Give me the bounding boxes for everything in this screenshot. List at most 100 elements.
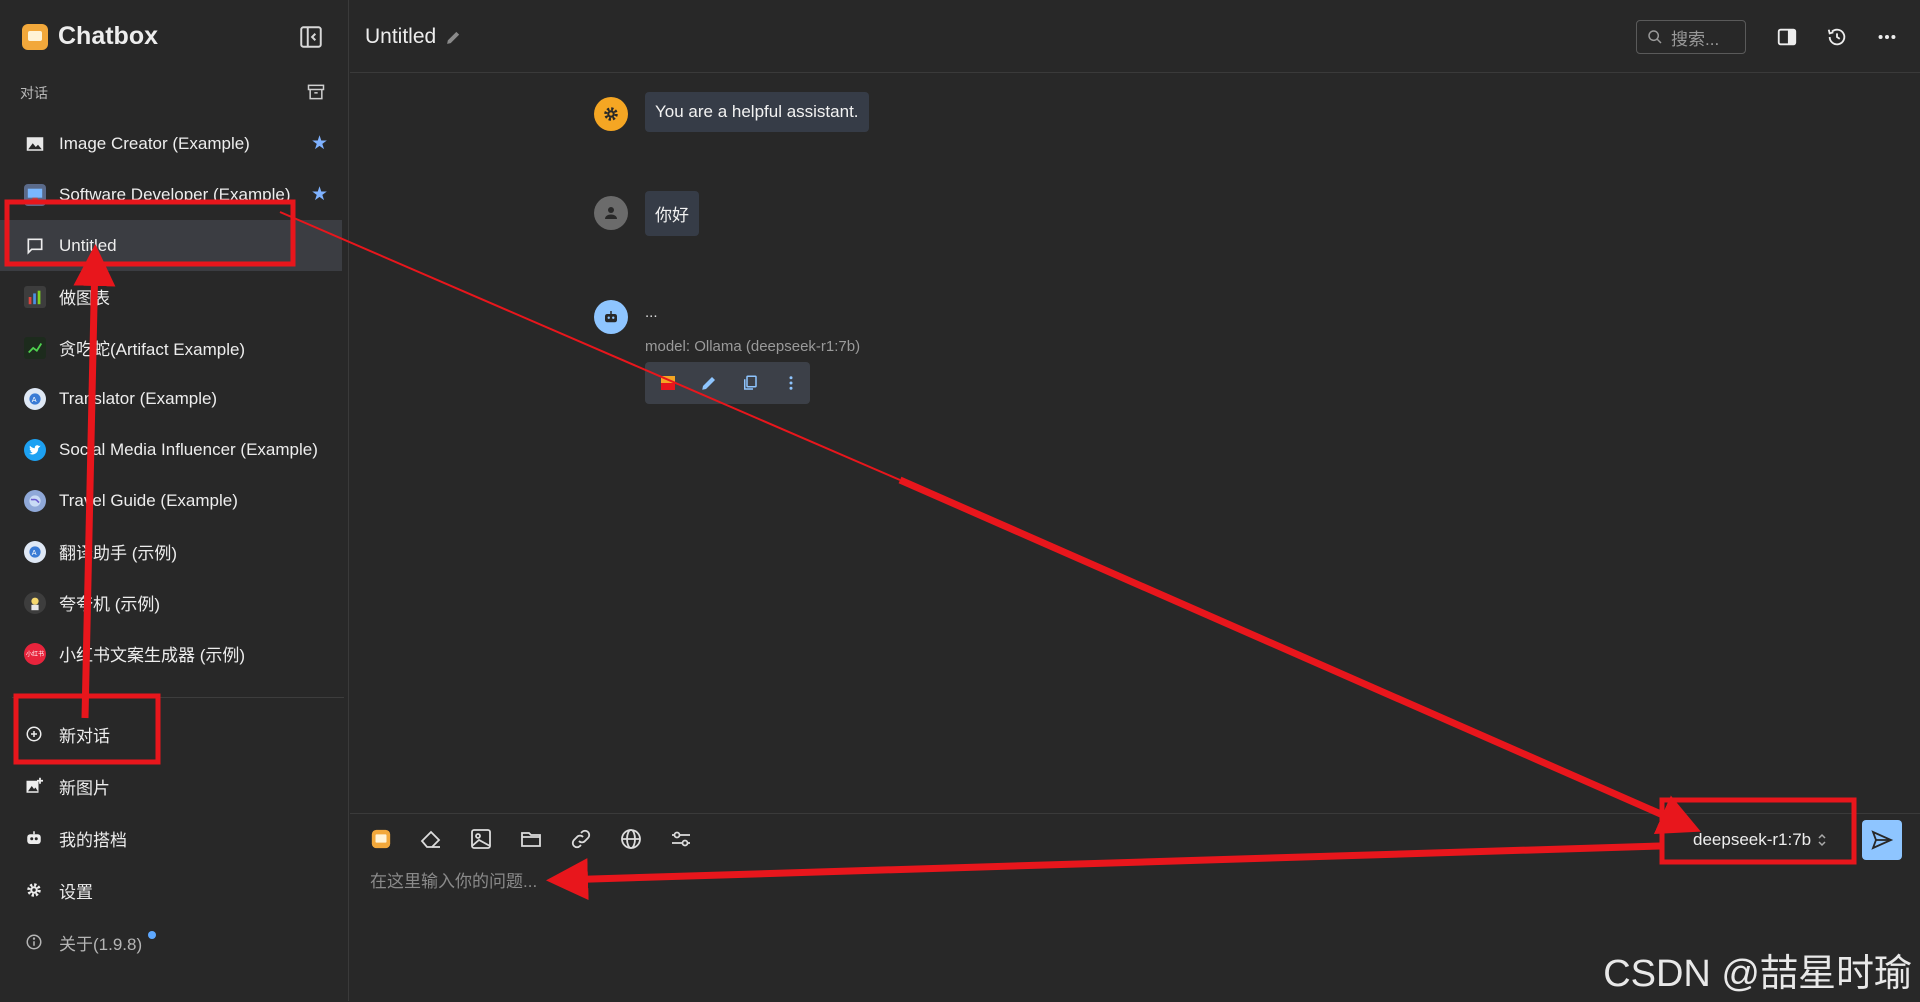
search-icon <box>1648 30 1662 44</box>
chart-avatar-icon <box>24 285 46 308</box>
chat-bubble-icon <box>24 235 46 257</box>
chevron-updown-icon <box>1818 833 1826 847</box>
folder-icon[interactable] <box>518 826 544 852</box>
settings-label: 设置 <box>59 882 93 902</box>
conversation-label: 小红书文案生成器 (示例) <box>59 646 246 665</box>
conversation-item-social-media[interactable]: Social Media Influencer (Example) <box>0 424 342 475</box>
message-toolbar <box>645 362 810 404</box>
conversation-item-chart[interactable]: 做图表 <box>0 271 342 322</box>
sidebar-divider <box>12 697 344 698</box>
pencil-icon[interactable] <box>445 29 462 46</box>
conversation-item-software-developer[interactable]: Software Developer (Example) ★ <box>0 169 342 220</box>
annotation-arrow-untitled-to-model <box>898 476 1701 834</box>
conversation-item-translator[interactable]: A Translator (Example) <box>0 373 342 424</box>
app-name: Chatbox <box>58 22 158 50</box>
copy-icon[interactable] <box>739 372 761 394</box>
chat-title: Untitled <box>365 25 437 48</box>
message-text: You are a helpful assistant. <box>645 92 869 132</box>
conversation-item-snake[interactable]: 贪吃蛇(Artifact Example) <box>0 322 342 373</box>
message-input[interactable] <box>368 866 1672 898</box>
conversation-label: 夸夸机 (示例) <box>59 595 161 614</box>
more-options-icon[interactable] <box>1875 25 1899 49</box>
translator-avatar-icon: A <box>24 387 46 410</box>
settings-sliders-icon[interactable] <box>668 826 694 852</box>
conversation-item-untitled[interactable]: Untitled <box>0 220 342 271</box>
send-icon <box>1871 830 1894 850</box>
update-badge <box>148 931 157 939</box>
archive-icon[interactable] <box>306 82 326 102</box>
svg-text:A: A <box>32 395 37 404</box>
conversation-item-translate-helper[interactable]: A 翻译助手 (示例) <box>0 526 342 577</box>
image-icon <box>24 133 46 155</box>
bot-icon <box>594 300 628 334</box>
conversation-label: 翻译助手 (示例) <box>59 544 178 563</box>
conversation-item-cheer-bot[interactable]: 夸夸机 (示例) <box>0 577 342 628</box>
add-image-icon <box>24 776 44 796</box>
about-label: 关于(1.9.8) <box>59 934 143 954</box>
chatbox-logo-icon <box>22 23 48 50</box>
conversation-label: Travel Guide (Example) <box>59 490 238 510</box>
link-icon[interactable] <box>568 826 594 852</box>
message-text: 你好 <box>645 191 699 236</box>
snake-game-icon <box>24 336 46 359</box>
bot-icon <box>24 828 44 848</box>
my-partners-label: 我的搭档 <box>59 830 127 850</box>
new-chat-label: 新对话 <box>59 726 110 746</box>
conversations-section-label: 对话 <box>20 85 48 101</box>
xiaohongshu-logo-icon: 小红书 <box>24 642 46 665</box>
conversation-item-image-creator[interactable]: Image Creator (Example) ★ <box>0 118 342 169</box>
star-icon[interactable]: ★ <box>311 183 328 206</box>
conversation-label: Software Developer (Example) <box>59 184 291 204</box>
watermark: CSDN @喆星时瑜 <box>1603 953 1912 995</box>
twitter-bird-icon <box>24 438 46 461</box>
more-vertical-icon[interactable] <box>780 372 802 394</box>
developer-avatar-icon <box>24 183 46 206</box>
model-name: deepseek-r1:7b <box>1693 830 1812 849</box>
conversation-label: Translator (Example) <box>59 388 218 408</box>
brand: Chatbox <box>22 22 158 51</box>
sidebar-actions: 新对话 新图片 我的搭档 设置 关于(1.9.8) <box>0 708 342 968</box>
new-image-label: 新图片 <box>59 778 110 798</box>
my-partners-button[interactable]: 我的搭档 <box>0 812 342 864</box>
star-icon[interactable]: ★ <box>311 132 328 155</box>
globe-avatar-icon <box>24 489 46 512</box>
cheer-avatar-icon <box>24 591 46 614</box>
globe-icon[interactable] <box>618 826 644 852</box>
send-button[interactable] <box>1862 820 1902 860</box>
about-button[interactable]: 关于(1.9.8) <box>0 916 342 968</box>
new-chat-button[interactable]: 新对话 <box>0 708 342 760</box>
conversation-item-xiaohongshu[interactable]: 小红书 小红书文案生成器 (示例) <box>0 628 342 679</box>
edit-icon[interactable] <box>698 372 720 394</box>
translator-avatar-icon: A <box>24 540 46 563</box>
sidebar: Chatbox 对话 Image Creator (Example) ★ Sof… <box>0 0 349 1001</box>
gear-icon <box>594 97 628 131</box>
gear-icon <box>24 880 44 900</box>
collapse-sidebar-icon[interactable] <box>298 24 324 50</box>
info-icon <box>24 932 44 952</box>
conversation-item-travel-guide[interactable]: Travel Guide (Example) <box>0 475 342 526</box>
new-image-button[interactable]: 新图片 <box>0 760 342 812</box>
conversation-label: Untitled <box>59 235 117 255</box>
conversation-label: Image Creator (Example) <box>59 133 250 153</box>
history-icon[interactable] <box>1825 25 1849 49</box>
split-view-icon[interactable] <box>1775 25 1799 49</box>
search-box[interactable]: 搜索... <box>1636 20 1746 54</box>
model-selector[interactable]: deepseek-r1:7b <box>1693 830 1827 850</box>
chat-scrollbar[interactable] <box>1908 72 1920 812</box>
image-upload-icon[interactable] <box>468 826 494 852</box>
stop-generating-icon[interactable] <box>657 372 679 394</box>
plus-circle-icon <box>24 724 44 744</box>
chat-header: Untitled 搜索... <box>350 0 1920 73</box>
conversation-label: 做图表 <box>59 289 110 308</box>
conversation-label: 贪吃蛇(Artifact Example) <box>59 340 246 359</box>
search-placeholder: 搜索... <box>1671 29 1720 49</box>
user-icon <box>594 196 628 230</box>
chatbox-logo-icon[interactable] <box>368 826 394 852</box>
settings-button[interactable]: 设置 <box>0 864 342 916</box>
eraser-icon[interactable] <box>418 826 444 852</box>
message-text: ... <box>645 304 658 321</box>
conversation-label: Social Media Influencer (Example) <box>59 439 318 459</box>
conversation-list: Image Creator (Example) ★ Software Devel… <box>0 118 342 679</box>
composer-toolbar <box>368 826 694 852</box>
svg-text:A: A <box>32 548 37 557</box>
